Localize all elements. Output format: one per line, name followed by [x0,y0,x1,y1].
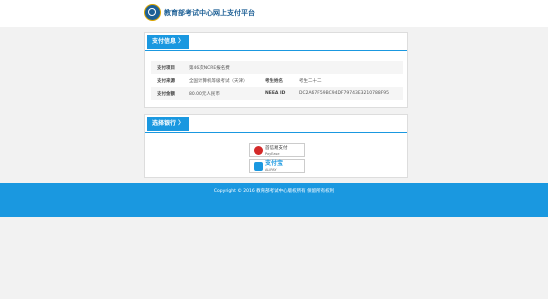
bank-subtitle: ALIPAY [265,168,277,172]
site-header: 教育部考试中心网上支付平台 [0,0,548,27]
site-title: 教育部考试中心网上支付平台 [164,9,255,17]
table-row: 支付项目 第46次NCRE报名费 [151,61,403,74]
table-row: 支付金额 80.00元人民币 NEEA ID DC2A67F59BC94DF79… [151,87,403,100]
bank-select-panel: 选择银行 〉 首信易支付 PayEase 支付宝 ALIPAY [144,114,408,178]
payment-info-tab: 支付信息 〉 [147,35,190,49]
neea-id-value: DC2A67F59BC94DF79743E3210788F95 [299,91,390,96]
amount-value: 80.00元人民币 [189,92,220,97]
bank-option-alipay[interactable]: 支付宝 ALIPAY [249,159,305,173]
source-label: 支付来源 [157,79,175,84]
neea-id-label: NEEA ID [265,91,286,96]
candidate-name-label: 考生姓名 [265,79,283,84]
source-value: 全国计算机等级考试（天津） [189,79,248,84]
payease-logo-icon [254,146,263,155]
bank-option-payease[interactable]: 首信易支付 PayEase [249,143,305,157]
bank-name: 支付宝 [265,160,284,167]
alipay-logo-icon [254,162,263,171]
amount-label: 支付金额 [157,92,175,97]
site-footer: Copyright © 2016 教育部考试中心版权所有 保留所有权利 [0,183,548,217]
candidate-name-value: 考生二十二 [299,79,322,84]
bank-subtitle: PayEase [265,152,280,156]
divider [145,50,407,51]
bank-name: 首信易支付 [265,146,288,151]
payment-info-panel: 支付信息 〉 支付项目 第46次NCRE报名费 支付来源 全国计算机等级考试（天… [144,32,408,108]
copyright-text: Copyright © 2016 教育部考试中心版权所有 保留所有权利 [213,189,335,194]
ministry-seal-icon [144,4,161,21]
bank-select-tab: 选择银行 〉 [147,117,190,131]
item-value: 第46次NCRE报名费 [189,66,230,71]
table-row: 支付来源 全国计算机等级考试（天津） 考生姓名 考生二十二 [151,74,403,87]
divider [145,132,407,133]
item-label: 支付项目 [157,66,175,71]
